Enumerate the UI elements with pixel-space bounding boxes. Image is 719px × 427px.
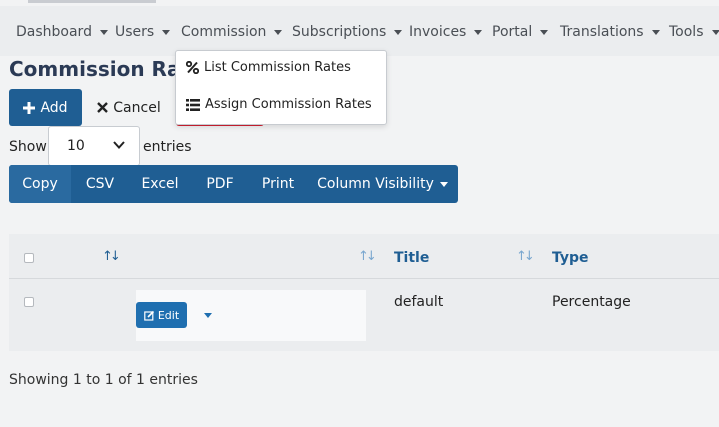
nav-invoices-label: Invoices — [409, 24, 467, 40]
nav-subscriptions-label: Subscriptions — [292, 24, 387, 40]
plus-icon — [23, 101, 36, 114]
add-button[interactable]: Add — [9, 89, 82, 126]
dropdown-item-label: List Commission Rates — [204, 60, 351, 75]
dropdown-item-list-commission-rates[interactable]: List Commission Rates — [186, 60, 351, 75]
nav-users-label: Users — [115, 24, 155, 40]
cell-type: Percentage — [552, 294, 631, 310]
nav-users[interactable]: Users — [115, 23, 171, 41]
cell-title: default — [394, 294, 444, 310]
entries-label: entries — [143, 139, 192, 155]
dropdown-item-assign-commission-rates[interactable]: Assign Commission Rates — [186, 97, 372, 112]
column-visibility-label: Column Visibility — [317, 176, 434, 192]
dropdown-item-label: Assign Commission Rates — [205, 97, 372, 112]
print-button[interactable]: Print — [249, 165, 307, 203]
nav-tools[interactable]: Tools — [669, 23, 719, 41]
chevron-down-icon — [439, 181, 448, 187]
nav-commission[interactable]: Commission — [181, 23, 283, 41]
chevron-down-icon — [113, 141, 125, 149]
chevron-down-icon — [394, 29, 403, 35]
list-icon — [186, 98, 200, 111]
nav-portal-label: Portal — [492, 24, 533, 40]
entries-select[interactable]: 10 — [48, 126, 140, 166]
edit-icon — [144, 310, 154, 321]
nav-translations-label: Translations — [560, 24, 644, 40]
cancel-button-label: Cancel — [113, 99, 161, 116]
excel-button[interactable]: Excel — [129, 165, 191, 203]
table-info: Showing 1 to 1 of 1 entries — [9, 372, 198, 388]
sort-icon[interactable]: ↑↓ — [516, 249, 535, 264]
entries-select-value: 10 — [67, 138, 85, 154]
select-all-checkbox[interactable] — [24, 253, 34, 263]
navbar: Dashboard Users Commission Subscriptions… — [0, 6, 719, 56]
cancel-button[interactable]: Cancel — [94, 89, 164, 126]
chevron-down-icon — [540, 29, 549, 35]
chevron-down-icon — [711, 29, 719, 35]
chevron-down-icon — [474, 29, 483, 35]
sort-icon[interactable]: ↑↓ — [102, 249, 121, 264]
column-visibility-button[interactable]: Column Visibility — [307, 165, 458, 203]
chevron-down-icon — [274, 29, 283, 35]
nav-commission-label: Commission — [181, 24, 267, 40]
chevron-down-icon — [651, 29, 660, 35]
chevron-down-icon — [99, 29, 108, 35]
nav-dashboard[interactable]: Dashboard — [16, 23, 108, 41]
csv-button[interactable]: CSV — [71, 165, 129, 203]
nav-portal[interactable]: Portal — [492, 23, 549, 41]
logo-fragment — [28, 0, 156, 3]
add-button-label: Add — [40, 99, 68, 116]
show-label: Show — [9, 139, 47, 155]
nav-translations[interactable]: Translations — [560, 23, 660, 41]
close-icon — [97, 102, 109, 113]
chevron-down-icon — [162, 29, 171, 35]
copy-button[interactable]: Copy — [9, 165, 71, 203]
column-header-type[interactable]: Type — [552, 250, 589, 266]
caret-down-icon[interactable] — [204, 313, 212, 318]
percent-icon — [186, 61, 199, 74]
sort-icon[interactable]: ↑↓ — [358, 249, 377, 264]
nav-invoices[interactable]: Invoices — [409, 23, 483, 41]
nav-tools-label: Tools — [669, 24, 704, 40]
column-header-title[interactable]: Title — [394, 250, 429, 266]
export-button-group: Copy CSV Excel PDF Print Column Visibili… — [9, 165, 458, 203]
commission-dropdown-menu: List Commission Rates Assign Commission … — [175, 50, 387, 125]
edit-button[interactable]: Edit — [136, 302, 187, 328]
pdf-button[interactable]: PDF — [191, 165, 249, 203]
table-header-divider — [9, 278, 719, 279]
nav-dashboard-label: Dashboard — [16, 24, 92, 40]
edit-button-label: Edit — [157, 308, 180, 322]
nav-subscriptions[interactable]: Subscriptions — [292, 23, 403, 41]
row-checkbox[interactable] — [24, 297, 34, 307]
